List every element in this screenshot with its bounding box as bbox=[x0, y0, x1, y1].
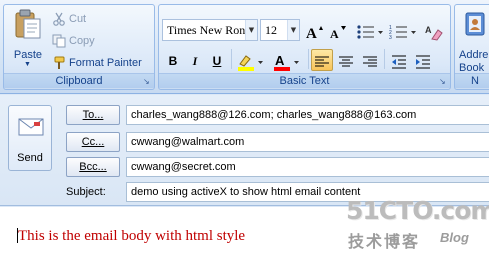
clear-formatting-button[interactable]: A bbox=[423, 19, 445, 41]
scissors-icon bbox=[53, 12, 65, 26]
bullets-icon bbox=[357, 25, 383, 39]
basic-text-group-label: Basic Text bbox=[159, 73, 450, 88]
svg-text:A: A bbox=[275, 53, 285, 68]
cut-button[interactable]: Cut bbox=[52, 10, 86, 28]
italic-label: I bbox=[192, 54, 198, 68]
font-size-value: 12 bbox=[265, 23, 277, 37]
font-size-combo[interactable]: 12 ▼ bbox=[260, 19, 300, 41]
chevron-down-icon[interactable]: ▼ bbox=[24, 61, 31, 68]
bold-button[interactable]: B bbox=[163, 49, 183, 71]
svg-text:A: A bbox=[425, 25, 432, 35]
divider bbox=[308, 49, 309, 69]
to-field[interactable]: charles_wang888@126.com; charles_wang888… bbox=[126, 105, 489, 125]
align-center-icon bbox=[339, 56, 353, 67]
names-group-label: N bbox=[455, 73, 489, 88]
send-mail-icon bbox=[18, 118, 44, 136]
underline-button[interactable]: U bbox=[207, 49, 227, 71]
chevron-down-icon[interactable]: ▼ bbox=[287, 20, 299, 40]
highlight-button[interactable] bbox=[235, 49, 269, 71]
cc-field[interactable]: cwwang@walmart.com bbox=[126, 132, 489, 152]
decrease-indent-button[interactable] bbox=[388, 49, 410, 71]
cc-button[interactable]: Cc... bbox=[66, 132, 120, 152]
bcc-button[interactable]: Bcc... bbox=[66, 157, 120, 177]
align-center-button[interactable] bbox=[335, 49, 357, 71]
cut-label: Cut bbox=[69, 13, 87, 25]
font-color-icon: A bbox=[274, 53, 299, 71]
increase-indent-button[interactable] bbox=[412, 49, 434, 71]
copy-icon bbox=[52, 34, 66, 48]
align-left-button[interactable] bbox=[311, 49, 333, 71]
italic-button[interactable]: I bbox=[185, 49, 205, 71]
shrink-font-button[interactable]: A bbox=[327, 19, 349, 41]
message-header: Send To... charles_wang888@126.com; char… bbox=[0, 95, 489, 206]
clipboard-group-label: Clipboard bbox=[4, 73, 154, 88]
ribbon: Paste ▼ Cut Copy Format Painter Clipboar… bbox=[0, 0, 489, 94]
svg-text:3: 3 bbox=[389, 35, 392, 41]
font-name-combo[interactable]: Times New Ron ▼ bbox=[162, 19, 258, 41]
paste-button[interactable]: Paste ▼ bbox=[10, 7, 46, 69]
decrease-indent-icon bbox=[392, 55, 406, 69]
chevron-down-icon[interactable]: ▼ bbox=[245, 20, 257, 40]
divider bbox=[231, 49, 232, 69]
align-right-icon bbox=[363, 56, 377, 67]
dialog-launcher-icon[interactable]: ↘ bbox=[439, 78, 447, 86]
paste-icon bbox=[15, 9, 41, 39]
svg-text:A: A bbox=[306, 26, 317, 42]
clear-formatting-icon: A bbox=[425, 25, 443, 41]
format-painter-button[interactable]: Format Painter bbox=[52, 54, 142, 72]
address-book-icon[interactable] bbox=[463, 11, 487, 37]
numbering-button[interactable]: 1 2 3 bbox=[387, 19, 419, 41]
subject-field[interactable]: demo using activeX to show html email co… bbox=[126, 182, 489, 202]
paste-label: Paste bbox=[13, 49, 43, 61]
address-book-label[interactable]: Addre Book bbox=[459, 49, 489, 75]
shrink-font-icon: A bbox=[330, 25, 346, 41]
format-painter-icon bbox=[54, 56, 65, 70]
grow-font-icon: A bbox=[306, 25, 323, 42]
align-left-icon bbox=[315, 56, 329, 67]
font-color-button[interactable]: A bbox=[271, 49, 305, 71]
subject-label: Subject: bbox=[66, 186, 106, 198]
message-body[interactable]: This is the email body with html style bbox=[0, 207, 489, 266]
format-painter-label: Format Painter bbox=[69, 57, 142, 69]
increase-indent-icon bbox=[416, 55, 430, 69]
numbering-icon: 1 2 3 bbox=[389, 25, 416, 41]
send-label: Send bbox=[17, 152, 43, 164]
dialog-launcher-icon[interactable]: ↘ bbox=[143, 78, 151, 86]
bold-label: B bbox=[168, 54, 178, 68]
copy-button[interactable]: Copy bbox=[52, 32, 95, 50]
copy-label: Copy bbox=[69, 35, 95, 47]
bcc-field[interactable]: cwwang@secret.com bbox=[126, 157, 489, 177]
align-right-button[interactable] bbox=[359, 49, 381, 71]
to-button[interactable]: To... bbox=[66, 105, 120, 125]
clipboard-group: Paste ▼ Cut Copy Format Painter Clipboar… bbox=[3, 4, 155, 90]
grow-font-button[interactable]: A bbox=[304, 19, 326, 42]
basic-text-group: Times New Ron ▼ 12 ▼ A A 1 2 3 A B I U A… bbox=[158, 4, 451, 90]
bullets-button[interactable] bbox=[354, 19, 386, 41]
divider bbox=[384, 49, 385, 69]
names-group: Addre Book N bbox=[454, 4, 489, 90]
svg-text:A: A bbox=[330, 27, 339, 41]
body-text[interactable]: This is the email body with html style bbox=[18, 228, 245, 245]
send-button[interactable]: Send bbox=[8, 105, 52, 171]
font-name-value: Times New Ron bbox=[167, 23, 246, 37]
highlighter-icon bbox=[238, 55, 263, 71]
underline-label: U bbox=[212, 54, 222, 68]
